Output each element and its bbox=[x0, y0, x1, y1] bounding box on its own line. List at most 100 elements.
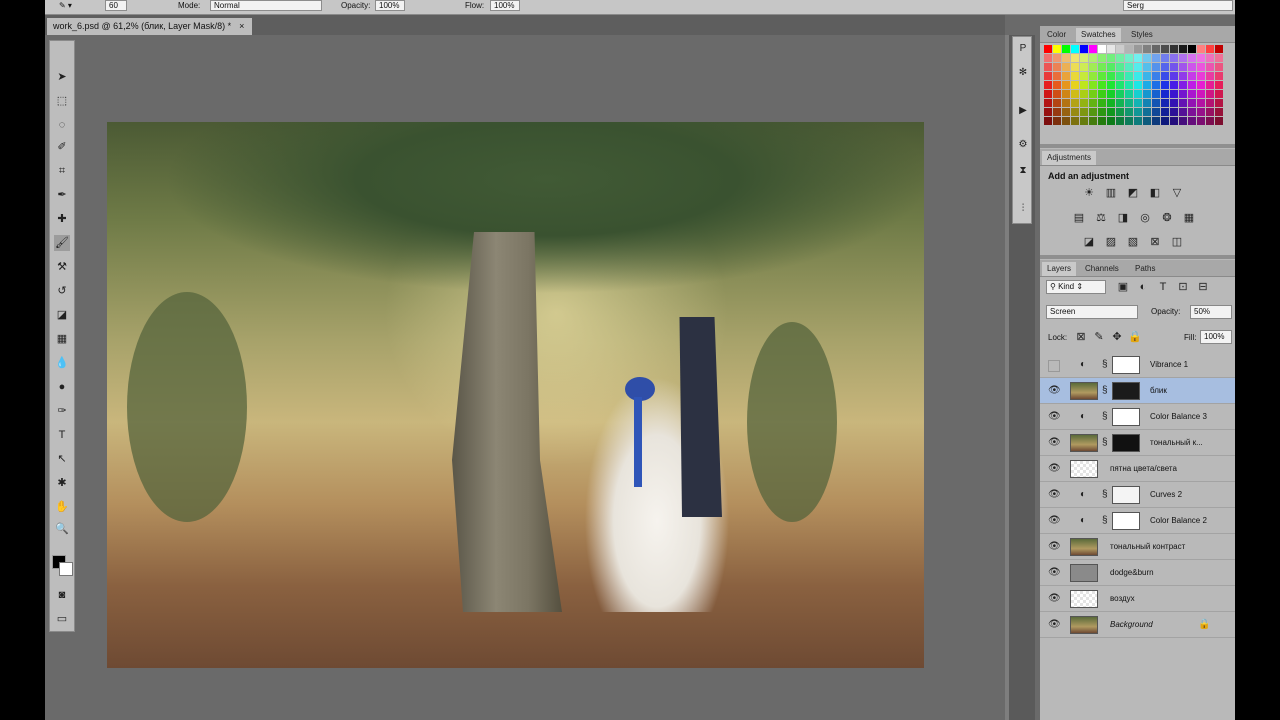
lock-all-icon[interactable]: 🔒 bbox=[1128, 330, 1142, 344]
swatch[interactable] bbox=[1134, 99, 1142, 107]
swatch[interactable] bbox=[1107, 72, 1115, 80]
eraser-tool-icon[interactable]: ◪ bbox=[54, 307, 70, 323]
clone-stamp-tool-icon[interactable]: ⚒ bbox=[54, 259, 70, 275]
swatch[interactable] bbox=[1089, 90, 1097, 98]
swatch[interactable] bbox=[1062, 72, 1070, 80]
swatch[interactable] bbox=[1161, 54, 1169, 62]
lock-image-icon[interactable]: ✎ bbox=[1092, 330, 1106, 344]
filter-adjustment-icon[interactable]: ◐ bbox=[1136, 280, 1150, 294]
hue-saturation-icon[interactable]: ▤ bbox=[1072, 211, 1086, 225]
swatch[interactable] bbox=[1116, 72, 1124, 80]
swatch[interactable] bbox=[1098, 99, 1106, 107]
swatch[interactable] bbox=[1134, 108, 1142, 116]
swatch[interactable] bbox=[1188, 72, 1196, 80]
swatch[interactable] bbox=[1179, 117, 1187, 125]
swatch[interactable] bbox=[1179, 63, 1187, 71]
hand-tool-icon[interactable]: ✋ bbox=[54, 499, 70, 515]
swatch[interactable] bbox=[1080, 63, 1088, 71]
tab-adjustments[interactable]: Adjustments bbox=[1042, 151, 1097, 165]
swatch[interactable] bbox=[1188, 63, 1196, 71]
swatch[interactable] bbox=[1089, 72, 1097, 80]
layer-row[interactable]: 👁 воздух bbox=[1040, 586, 1235, 612]
chain-link-icon[interactable]: § bbox=[1102, 411, 1108, 422]
paragraph-icon[interactable]: P bbox=[1015, 41, 1031, 57]
swatch[interactable] bbox=[1044, 90, 1052, 98]
history-brush-tool-icon[interactable]: ↺ bbox=[54, 283, 70, 299]
swatch[interactable] bbox=[1125, 90, 1133, 98]
swatch[interactable] bbox=[1143, 45, 1151, 53]
swatch[interactable] bbox=[1125, 108, 1133, 116]
layer-row[interactable]: 👁 тональный контраст bbox=[1040, 534, 1235, 560]
eye-icon[interactable] bbox=[1048, 360, 1060, 372]
eye-icon[interactable]: 👁 bbox=[1048, 411, 1061, 422]
swatch[interactable] bbox=[1215, 108, 1223, 116]
swatch[interactable] bbox=[1161, 45, 1169, 53]
blend-mode-select[interactable]: Screen bbox=[1046, 305, 1138, 319]
tab-swatches[interactable]: Swatches bbox=[1076, 28, 1121, 42]
layer-row[interactable]: 👁 пятна цвета/света bbox=[1040, 456, 1235, 482]
adjust-sliders-icon[interactable]: ⫶ bbox=[1015, 201, 1031, 217]
marquee-tool-icon[interactable]: ⬚ bbox=[54, 93, 70, 109]
swatch[interactable] bbox=[1053, 72, 1061, 80]
canvas-photo[interactable] bbox=[107, 122, 924, 668]
eye-icon[interactable]: 👁 bbox=[1048, 515, 1061, 526]
channel-mixer-icon[interactable]: ❂ bbox=[1160, 211, 1174, 225]
lock-position-icon[interactable]: ✥ bbox=[1110, 330, 1124, 344]
swatch[interactable] bbox=[1188, 99, 1196, 107]
swatch[interactable] bbox=[1215, 54, 1223, 62]
swatch[interactable] bbox=[1116, 99, 1124, 107]
swatch[interactable] bbox=[1116, 90, 1124, 98]
layer-thumbnail[interactable] bbox=[1070, 460, 1098, 478]
swatch[interactable] bbox=[1062, 63, 1070, 71]
layer-thumbnail[interactable] bbox=[1070, 382, 1098, 400]
swatch[interactable] bbox=[1053, 45, 1061, 53]
swatch[interactable] bbox=[1161, 90, 1169, 98]
swatch[interactable] bbox=[1107, 81, 1115, 89]
swatch[interactable] bbox=[1107, 90, 1115, 98]
pen-tool-icon[interactable]: ✑ bbox=[54, 403, 70, 419]
swatch[interactable] bbox=[1044, 54, 1052, 62]
zoom-tool-icon[interactable]: 🔍 bbox=[54, 521, 70, 537]
filter-type-icon[interactable]: T bbox=[1156, 280, 1170, 294]
swatch[interactable] bbox=[1170, 72, 1178, 80]
swatch[interactable] bbox=[1053, 99, 1061, 107]
brush-size-field[interactable]: 60 bbox=[105, 0, 127, 11]
swatch[interactable] bbox=[1170, 90, 1178, 98]
eye-icon[interactable]: 👁 bbox=[1048, 541, 1061, 552]
swatch[interactable] bbox=[1080, 81, 1088, 89]
swatch[interactable] bbox=[1152, 54, 1160, 62]
chain-link-icon[interactable]: § bbox=[1102, 385, 1108, 396]
swatch[interactable] bbox=[1098, 72, 1106, 80]
layer-row[interactable]: 👁 § тональный к... bbox=[1040, 430, 1235, 456]
quick-select-tool-icon[interactable]: ✐ bbox=[54, 139, 70, 155]
layer-mask-thumbnail[interactable] bbox=[1112, 512, 1140, 530]
quick-mask-icon[interactable]: ◙ bbox=[54, 587, 70, 603]
swatch[interactable] bbox=[1098, 81, 1106, 89]
swatch[interactable] bbox=[1071, 90, 1079, 98]
selective-color-icon[interactable]: ⊠ bbox=[1148, 235, 1162, 249]
brush-tool-icon[interactable]: 🖌 bbox=[54, 235, 70, 251]
swatch[interactable] bbox=[1188, 45, 1196, 53]
swatch[interactable] bbox=[1179, 45, 1187, 53]
swatch[interactable] bbox=[1206, 90, 1214, 98]
swatch[interactable] bbox=[1134, 54, 1142, 62]
swatch[interactable] bbox=[1170, 63, 1178, 71]
layer-mask-thumbnail[interactable] bbox=[1112, 356, 1140, 374]
invert-icon[interactable]: ◪ bbox=[1082, 235, 1096, 249]
swatch[interactable] bbox=[1152, 81, 1160, 89]
swatch[interactable] bbox=[1116, 63, 1124, 71]
swatch[interactable] bbox=[1152, 108, 1160, 116]
swatch[interactable] bbox=[1053, 90, 1061, 98]
flow-field[interactable]: 100% bbox=[490, 0, 520, 11]
swatch[interactable] bbox=[1215, 45, 1223, 53]
swatch[interactable] bbox=[1080, 90, 1088, 98]
swatch[interactable] bbox=[1071, 54, 1079, 62]
swatch[interactable] bbox=[1215, 99, 1223, 107]
swatch[interactable] bbox=[1179, 54, 1187, 62]
swatch[interactable] bbox=[1179, 90, 1187, 98]
swatch[interactable] bbox=[1161, 72, 1169, 80]
swatch[interactable] bbox=[1215, 72, 1223, 80]
swatch[interactable] bbox=[1143, 117, 1151, 125]
swatch[interactable] bbox=[1107, 45, 1115, 53]
layer-row[interactable]: 👁 Background 🔒 bbox=[1040, 612, 1235, 638]
